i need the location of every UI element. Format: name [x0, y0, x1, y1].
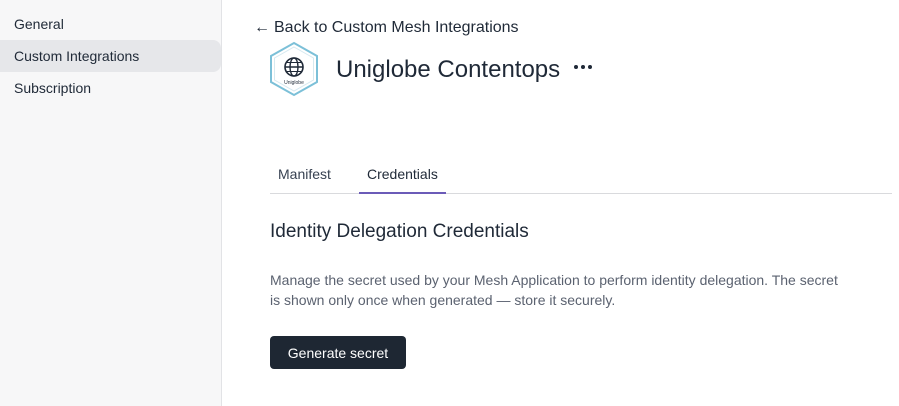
sidebar-item-general[interactable]: General [0, 8, 221, 40]
more-horizontal-icon-dot [581, 65, 585, 69]
tab-credentials[interactable]: Credentials [359, 160, 446, 194]
more-options-button[interactable] [570, 55, 596, 79]
back-link-label: Back to Custom Mesh Integrations [274, 19, 519, 36]
more-horizontal-icon [574, 65, 578, 69]
sidebar-item-custom-integrations[interactable]: Custom Integrations [0, 40, 221, 72]
back-link[interactable]: ← Back to Custom Mesh Integrations [254, 17, 519, 39]
sidebar: General Custom Integrations Subscription [0, 0, 222, 406]
tab-manifest[interactable]: Manifest [270, 160, 339, 194]
section-description: Manage the secret used by your Mesh Appl… [270, 272, 838, 308]
app-logo: Uniglobe [268, 41, 320, 97]
arrow-left-icon: ← [254, 19, 270, 36]
page-title: Uniglobe Contentops [336, 56, 561, 83]
logo-wordmark: Uniglobe [284, 80, 304, 86]
sidebar-item-subscription[interactable]: Subscription [0, 72, 221, 104]
section-title: Identity Delegation Credentials [270, 221, 529, 242]
tab-bar: Manifest Credentials [270, 160, 892, 194]
generate-secret-button[interactable]: Generate secret [270, 336, 406, 369]
more-horizontal-icon-dot [588, 65, 592, 69]
